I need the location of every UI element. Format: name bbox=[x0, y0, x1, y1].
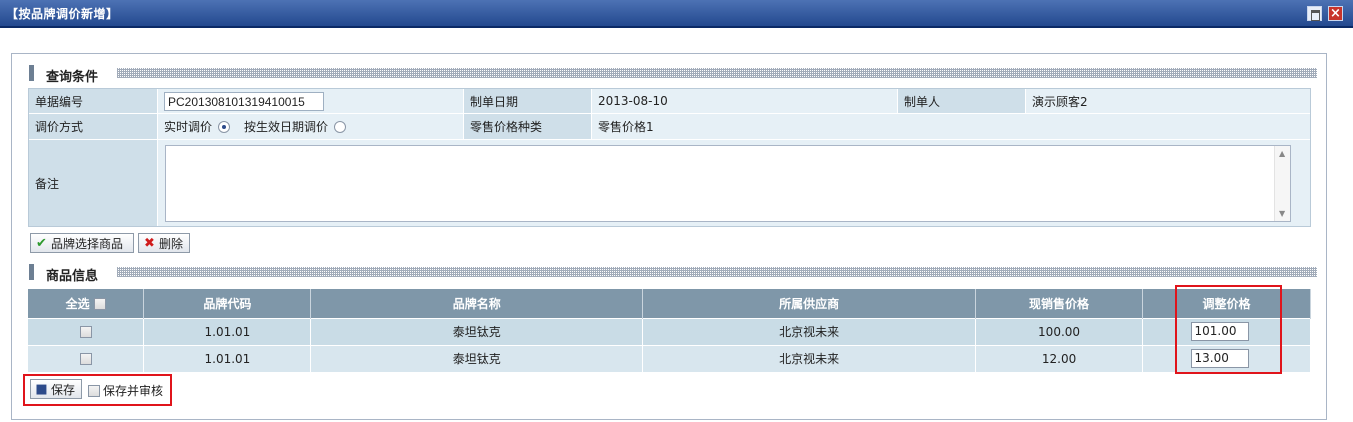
creator-label: 制单人 bbox=[898, 89, 1025, 113]
close-icon[interactable]: × bbox=[1328, 6, 1343, 21]
select-all-header: 全选 bbox=[28, 289, 145, 318]
doc-no-label: 单据编号 bbox=[29, 89, 157, 113]
delete-label: 删除 bbox=[159, 236, 184, 251]
brand-code-cell: 1.01.01 bbox=[143, 317, 312, 345]
minimize-icon[interactable] bbox=[1307, 6, 1322, 21]
method-effective-label: 按生效日期调价 bbox=[244, 120, 329, 134]
query-form: 单据编号 PC201308101319410015 制单日期 2013-08-1… bbox=[28, 88, 1311, 227]
select-by-brand-button[interactable]: ✔ 品牌选择商品 bbox=[30, 233, 134, 253]
date-value: 2013-08-10 bbox=[592, 89, 897, 113]
row-checkbox[interactable] bbox=[79, 353, 92, 366]
current-price-cell: 12.00 bbox=[975, 344, 1144, 372]
form-row-remark: 备注 ▲ ▼ bbox=[29, 140, 1310, 226]
table-row: 1.01.01 泰坦钛克 北京视未来 12.00 13.00 bbox=[28, 344, 1311, 372]
col-brand-name[interactable]: 品牌名称 bbox=[310, 289, 644, 318]
scroll-up-icon[interactable]: ▲ bbox=[1279, 149, 1285, 158]
section-bar bbox=[29, 264, 34, 280]
scroll-down-icon[interactable]: ▼ bbox=[1279, 209, 1285, 218]
query-section-title: 查询条件 bbox=[46, 66, 103, 85]
select-all-label: 全选 bbox=[65, 296, 90, 311]
remark-cell: ▲ ▼ bbox=[158, 140, 1310, 226]
method-cell: 实时调价 按生效日期调价 bbox=[158, 114, 463, 139]
remark-scrollbar[interactable]: ▲ ▼ bbox=[1274, 146, 1290, 221]
form-row-doc: 单据编号 PC201308101319410015 制单日期 2013-08-1… bbox=[29, 89, 1310, 114]
goods-section-header: 商品信息 bbox=[29, 264, 1317, 284]
goods-section-title: 商品信息 bbox=[46, 265, 103, 284]
supplier-cell: 北京视未来 bbox=[642, 317, 977, 345]
price-type-value: 零售价格1 bbox=[592, 114, 1310, 139]
method-realtime-radio[interactable] bbox=[218, 120, 231, 133]
col-current-price[interactable]: 现销售价格 bbox=[975, 289, 1144, 318]
supplier-cell: 北京视未来 bbox=[642, 344, 977, 372]
section-divider bbox=[117, 68, 1317, 78]
query-section-header: 查询条件 bbox=[29, 65, 1317, 85]
col-supplier[interactable]: 所属供应商 bbox=[642, 289, 977, 318]
window-titlebar: 【按品牌调价新增】 × bbox=[0, 0, 1353, 28]
row-checkbox-cell bbox=[28, 344, 145, 372]
method-effective-radio[interactable] bbox=[334, 120, 347, 133]
row-checkbox-cell bbox=[28, 317, 145, 345]
delete-x-icon: ✖ bbox=[144, 235, 155, 251]
section-divider bbox=[117, 267, 1317, 277]
brand-code-cell: 1.01.01 bbox=[143, 344, 312, 372]
price-type-label: 零售价格种类 bbox=[464, 114, 591, 139]
section-bar bbox=[29, 65, 34, 81]
brand-name-cell: 泰坦钛克 bbox=[310, 317, 644, 345]
main-panel: 查询条件 单据编号 PC201308101319410015 制单日期 2013… bbox=[11, 53, 1327, 420]
check-icon: ✔ bbox=[36, 235, 47, 251]
goods-grid: 全选 品牌代码 品牌名称 所属供应商 现销售价格 调整价格 1.01.01 泰坦… bbox=[28, 289, 1311, 372]
highlight-save-area bbox=[23, 374, 172, 406]
remark-label: 备注 bbox=[29, 140, 157, 226]
delete-button[interactable]: ✖ 删除 bbox=[138, 233, 190, 253]
select-by-brand-label: 品牌选择商品 bbox=[51, 236, 124, 251]
window-title: 【按品牌调价新增】 bbox=[6, 7, 119, 21]
remark-textarea[interactable]: ▲ ▼ bbox=[165, 145, 1291, 222]
table-row: 1.01.01 泰坦钛克 北京视未来 100.00 101.00 bbox=[28, 317, 1311, 345]
date-label: 制单日期 bbox=[464, 89, 591, 113]
highlight-adjusted-price bbox=[1175, 285, 1282, 374]
doc-no-field[interactable]: PC201308101319410015 bbox=[164, 91, 324, 111]
method-label: 调价方式 bbox=[29, 114, 157, 139]
brand-name-cell: 泰坦钛克 bbox=[310, 344, 644, 372]
col-brand-code[interactable]: 品牌代码 bbox=[143, 289, 312, 318]
creator-value: 演示顾客2 bbox=[1026, 89, 1310, 113]
row-checkbox[interactable] bbox=[79, 326, 92, 338]
select-all-checkbox[interactable] bbox=[93, 298, 106, 311]
grid-header: 全选 品牌代码 品牌名称 所属供应商 现销售价格 调整价格 bbox=[28, 289, 1311, 318]
doc-no-cell: PC201308101319410015 bbox=[158, 89, 463, 113]
form-row-method: 调价方式 实时调价 按生效日期调价 零售价格种类 零售价格1 bbox=[29, 114, 1310, 140]
current-price-cell: 100.00 bbox=[975, 317, 1144, 345]
method-realtime-label: 实时调价 bbox=[164, 120, 213, 134]
